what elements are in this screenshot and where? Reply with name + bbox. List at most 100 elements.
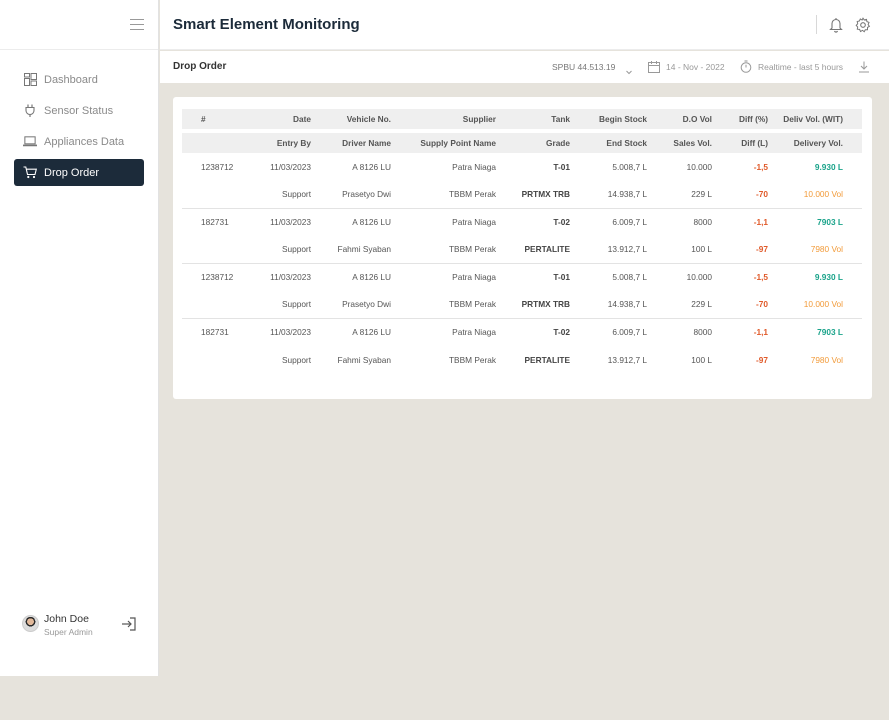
sidebar-item-sensor-status[interactable]: Sensor Status [14,97,144,124]
cell-do-vol: 10.000 [686,272,712,283]
col-header: Supplier [397,109,502,131]
sidebar-item-label: Drop Order [44,166,100,179]
cell-vehicle: A 8126 LU [352,162,391,172]
cell-id: 182731 [201,217,229,228]
sidebar-item-drop-order[interactable]: Drop Order [14,159,144,186]
cell-end-stock: 14.938,7 L [576,181,653,209]
gear-icon[interactable] [855,17,871,33]
dashboard-icon [23,73,37,87]
cell-entry-by: Support [242,181,317,209]
cell-grade: PRTMX TRB [502,291,576,319]
table-row[interactable]: 182731 11/03/2023 A 8126 LU Patra Niaga … [182,208,862,236]
cell-do-vol: 10.000 [686,162,712,172]
calendar-icon[interactable] [648,60,660,73]
cell-supplier: Patra Niaga [452,327,496,338]
table-row[interactable]: Support Fahmi Syaban TBBM Perak PERTALIT… [182,346,862,373]
menu-icon[interactable] [130,19,144,30]
cell-date: 11/03/2023 [270,217,311,228]
date-picker[interactable]: 14 - Nov - 2022 [666,62,725,72]
user-profile: John Doe Super Admin [22,612,142,640]
cell-do-vol: 8000 [693,217,712,228]
col-header: Sales Vol. [653,131,718,153]
station-select[interactable]: SPBU 44.513.19 [552,62,615,72]
col-header [182,131,242,153]
cell-entry-by: Support [242,236,317,264]
header-divider [816,15,817,34]
cell-begin-stock: 6.009,7 L [612,217,647,228]
cell-vehicle: A 8126 LU [352,217,391,228]
table-header-row: Entry By Driver Name Supply Point Name G… [182,131,862,153]
cell-sales-vol: 229 L [653,291,718,319]
cell-grade: PERTALITE [524,354,570,365]
cell-begin-stock: 6.009,7 L [612,327,647,338]
cell-driver: Prasetyo Dwi [317,181,397,209]
table-header-row: # Date Vehicle No. Supplier Tank Begin S… [182,109,862,131]
col-header: Grade [502,131,576,153]
cell-supply-point: TBBM Perak [397,236,502,264]
download-icon[interactable] [858,60,870,73]
col-header: End Stock [576,131,653,153]
sidebar-item-appliances-data[interactable]: Appliances Data [14,128,144,155]
cell-supply-point: TBBM Perak [397,291,502,319]
col-header: Delivery Vol. [774,131,862,153]
logout-icon[interactable] [121,616,137,632]
cell-diff-percent: -1,1 [753,217,768,228]
plug-icon [23,104,37,118]
cell-id: 1238712 [201,272,234,283]
sidebar-item-dashboard[interactable]: Dashboard [14,66,144,93]
cell-diff-percent: -1,1 [753,327,768,338]
col-header: Deliv Vol. (WIT) [774,109,862,131]
col-header: # [182,109,242,131]
cell-deliv-vol-wit: 7903 L [817,217,843,228]
cell-driver: Fahmi Syaban [337,354,392,365]
cart-icon [23,166,37,180]
col-header: Supply Point Name [397,131,502,153]
bell-icon[interactable] [829,17,843,33]
cell-entry-by: Support [242,291,317,319]
cell-date: 11/03/2023 [270,272,311,283]
cell-do-vol: 8000 [693,327,712,338]
cell-deliv-vol-wit: 7903 L [817,327,843,338]
app-title: Smart Element Monitoring [173,16,360,33]
drop-order-table: # Date Vehicle No. Supplier Tank Begin S… [182,109,862,373]
col-header: Begin Stock [576,109,653,131]
stopwatch-icon [740,60,752,73]
cell-grade: PRTMX TRB [502,181,576,209]
cell-begin-stock: 5.008,7 L [612,162,647,172]
user-role: Super Admin [44,627,93,637]
cell-diff-liters: -70 [718,291,774,319]
sidebar-item-label: Sensor Status [44,104,114,117]
sidebar-item-label: Dashboard [44,73,98,86]
table-row[interactable]: 1238712 11/03/2023 A 8126 LU Patra Niaga… [182,263,862,291]
table-row[interactable]: 182731 11/03/2023 A 8126 LU Patra Niaga … [182,318,862,346]
chevron-down-icon[interactable] [625,63,633,75]
cell-diff-liters: -70 [718,181,774,209]
cell-tank: T-01 [553,272,570,283]
sidebar-header [0,0,158,50]
cell-empty [182,346,242,373]
user-name: John Doe [44,613,89,625]
cell-diff-percent: -1,5 [753,272,768,283]
realtime-range-select[interactable]: Realtime - last 5 hours [758,62,843,72]
cell-supply-point: TBBM Perak [397,181,502,209]
cell-vehicle: A 8126 LU [352,272,391,283]
sidebar-item-label: Appliances Data [44,135,125,148]
cell-sales-vol: 100 L [653,236,718,264]
cell-deliv-vol-wit: 9.930 L [814,272,843,283]
table-row[interactable]: Support Prasetyo Dwi TBBM Perak PRTMX TR… [182,181,862,209]
col-header: Diff (L) [718,131,774,153]
col-header: Vehicle No. [317,109,397,131]
cell-grade: PERTALITE [502,236,576,264]
sidebar: Dashboard Sensor Status Appliances Data … [0,0,159,676]
table-row[interactable]: Support Prasetyo Dwi TBBM Perak PRTMX TR… [182,291,862,319]
table-row[interactable]: 1238712 11/03/2023 A 8126 LU Patra Niaga… [182,153,862,181]
top-header: Smart Element Monitoring [160,0,889,50]
table-row[interactable]: Support Fahmi Syaban TBBM Perak PERTALIT… [182,236,862,264]
sidebar-nav: Dashboard Sensor Status Appliances Data … [0,50,158,186]
cell-delivery-vol: 7980 Vol [810,354,843,365]
cell-delivery-vol: 10.000 Vol [774,181,862,209]
col-header: Date [242,109,317,131]
cell-driver: Fahmi Syaban [317,236,397,264]
cell-empty [182,236,242,264]
cell-diff-liters: -97 [756,354,768,365]
